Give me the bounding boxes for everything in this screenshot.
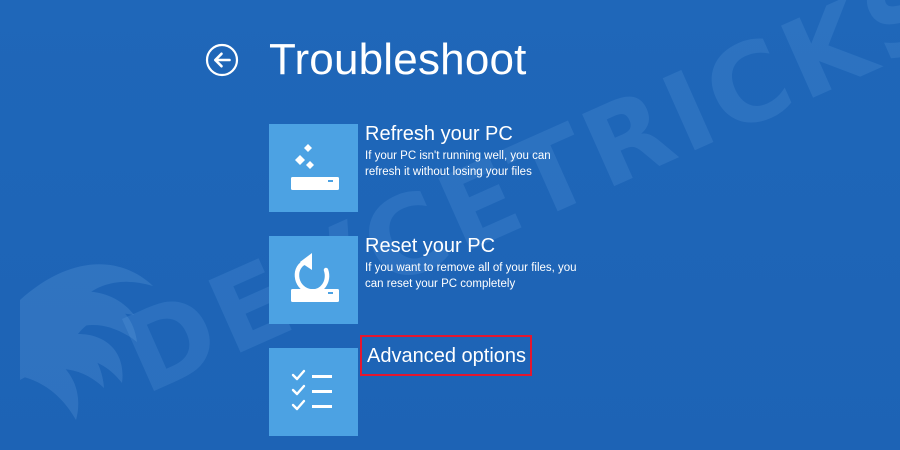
reset-pc-option[interactable]: Reset your PC If you want to remove all … (269, 234, 789, 324)
reset-pc-text[interactable]: Reset your PC If you want to remove all … (365, 234, 785, 292)
advanced-options-option[interactable] (269, 348, 789, 436)
reset-pc-title[interactable]: Reset your PC (365, 234, 785, 258)
back-button[interactable] (205, 43, 239, 77)
refresh-pc-text[interactable]: Refresh your PC If your PC isn't running… (365, 122, 785, 180)
reset-pc-tile[interactable] (269, 236, 358, 324)
refresh-pc-description: If your PC isn't running well, you can r… (365, 150, 551, 178)
reset-pc-description: If you want to remove all of your files,… (365, 262, 577, 290)
advanced-options-title[interactable]: Advanced options (367, 344, 526, 368)
refresh-pc-title[interactable]: Refresh your PC (365, 122, 785, 146)
refresh-pc-tile[interactable] (269, 124, 358, 212)
advanced-options-checklist-icon (291, 369, 332, 411)
reset-pc-icon (291, 253, 339, 302)
back-arrow-icon (205, 43, 239, 77)
page-title: Troubleshoot (269, 35, 527, 84)
troubleshoot-screen: DEVCETRICKS Troubleshoot Refresh your PC… (0, 0, 900, 450)
refresh-pc-icon (291, 144, 339, 190)
advanced-options-tile[interactable] (269, 348, 358, 436)
refresh-pc-option[interactable]: Refresh your PC If your PC isn't running… (269, 122, 789, 212)
